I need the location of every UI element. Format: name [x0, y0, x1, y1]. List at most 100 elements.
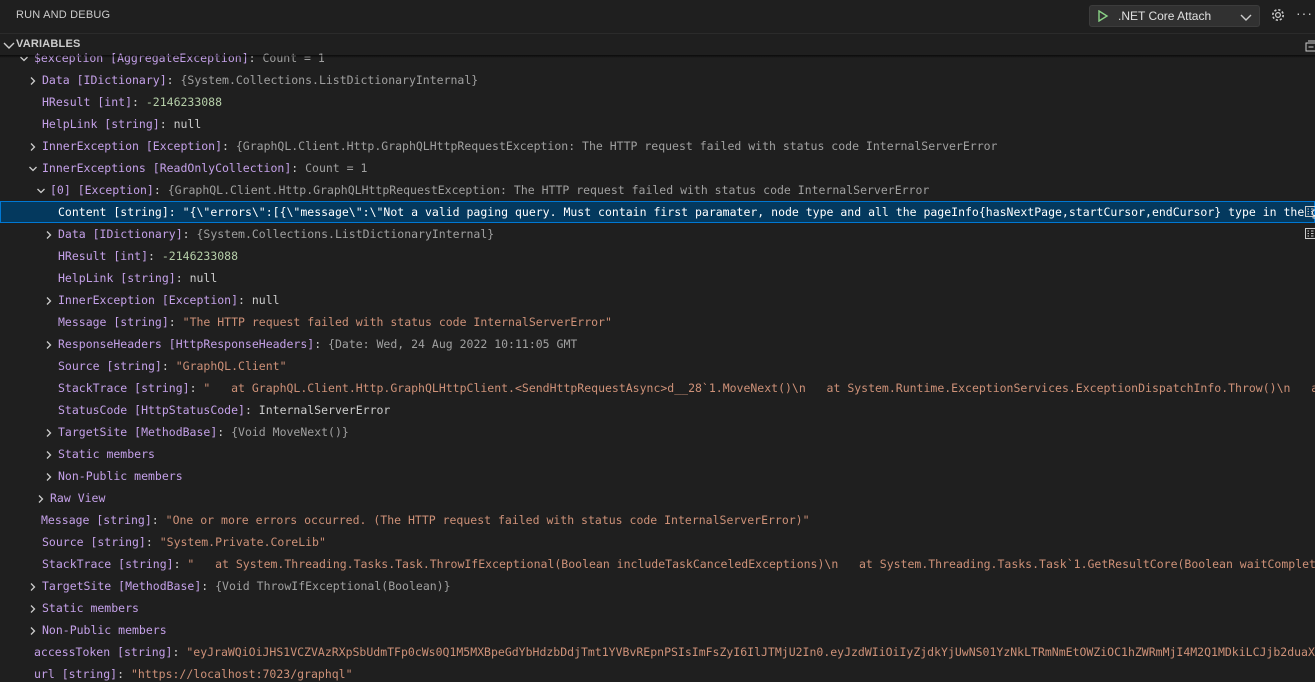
name-value-separator: : [291, 161, 306, 175]
view-binary-data-icon[interactable] [1305, 228, 1315, 242]
chevron-right-icon[interactable] [44, 339, 54, 349]
chevron-right-icon[interactable] [44, 449, 54, 459]
chevron-right-icon[interactable] [44, 427, 54, 437]
variable-entry: Content [string]: "{\"errors\":[{\"messa… [58, 205, 1315, 219]
gear-icon[interactable] [1270, 7, 1286, 28]
variable-row[interactable]: StatusCode [HttpStatusCode]: InternalSer… [0, 399, 1315, 421]
variable-name: Message [string] [41, 513, 152, 527]
variable-row[interactable]: InnerException [Exception]: {GraphQL.Cli… [0, 135, 1315, 157]
name-value-separator: : [168, 205, 183, 219]
variable-name: InnerExceptions [ReadOnlyCollection] [42, 161, 292, 175]
variable-row[interactable]: TargetSite [MethodBase]: {Void ThrowIfEx… [0, 575, 1315, 597]
variable-row[interactable]: StackTrace [string]: " at System.Threadi… [0, 553, 1315, 575]
variable-value: "{\"errors\":[{\"message\":\"Not a valid… [182, 205, 1315, 219]
variable-entry: ResponseHeaders [HttpResponseHeaders]: {… [58, 337, 577, 351]
name-value-separator: : [161, 359, 176, 373]
launch-config-dropdown[interactable]: .NET Core Attach [1089, 5, 1260, 27]
variable-row[interactable]: Source [string]: "System.Private.CoreLib… [0, 531, 1315, 553]
name-value-separator: : [248, 51, 263, 65]
variable-entry: accessToken [string]: "eyJraWQiOiJHS1VCZ… [34, 645, 1315, 659]
variable-name: Static members [42, 601, 139, 615]
variable-row[interactable]: url [string]: "https://localhost:7023/gr… [0, 663, 1315, 682]
name-value-separator: : [153, 183, 168, 197]
chevron-right-icon[interactable] [44, 295, 54, 305]
variable-row[interactable]: InnerExceptions [ReadOnlyCollection]: Co… [0, 157, 1315, 179]
variable-row[interactable]: ResponseHeaders [HttpResponseHeaders]: {… [0, 333, 1315, 355]
variable-entry: Message [string]: "One or more errors oc… [41, 513, 810, 527]
variable-name: HResult [int] [58, 249, 149, 263]
variable-name: Data [IDictionary] [42, 73, 167, 87]
variable-entry: InnerException [Exception]: null [58, 293, 280, 307]
variable-row[interactable]: Static members [0, 597, 1315, 619]
chevron-right-icon[interactable] [28, 75, 38, 85]
variable-entry: Data [IDictionary]: {System.Collections.… [42, 73, 478, 87]
variable-name: [0] [Exception] [50, 183, 154, 197]
variable-entry: Static members [58, 447, 155, 461]
variable-row[interactable]: Message [string]: "One or more errors oc… [0, 509, 1315, 531]
variable-name: StackTrace [string] [58, 381, 190, 395]
variable-row[interactable]: Non-Public members [0, 465, 1315, 487]
variable-row[interactable]: HResult [int]: -2146233088 [0, 91, 1315, 113]
variable-row[interactable]: Data [IDictionary]: {System.Collections.… [0, 69, 1315, 91]
chevron-right-icon[interactable] [28, 141, 38, 151]
name-value-separator: : [244, 403, 259, 417]
name-value-separator: : [166, 73, 181, 87]
variable-entry: TargetSite [MethodBase]: {Void ThrowIfEx… [42, 579, 451, 593]
variable-row[interactable]: Message [string]: "The HTTP request fail… [0, 311, 1315, 333]
variable-row[interactable]: StackTrace [string]: " at GraphQL.Client… [0, 377, 1315, 399]
variable-name: HelpLink [string] [58, 271, 176, 285]
more-actions-icon[interactable]: ··· [1296, 5, 1313, 21]
variable-name: ResponseHeaders [HttpResponseHeaders] [58, 337, 315, 351]
variable-row[interactable]: Raw View [0, 487, 1315, 509]
chevron-down-icon [1239, 10, 1253, 29]
variable-name: HResult [int] [42, 95, 133, 109]
name-value-separator: : [173, 557, 188, 571]
variable-row[interactable]: HelpLink [string]: null [0, 113, 1315, 135]
chevron-right-icon[interactable] [44, 471, 54, 481]
variables-tree[interactable]: $exception [AggregateException]: Count =… [0, 47, 1315, 682]
variable-row[interactable]: accessToken [string]: "eyJraWQiOiJHS1VCZ… [0, 641, 1315, 663]
variable-entry: HelpLink [string]: null [42, 117, 201, 131]
variable-value: null [189, 271, 218, 285]
variable-row[interactable]: TargetSite [MethodBase]: {Void MoveNext(… [0, 421, 1315, 443]
variable-row[interactable]: [0] [Exception]: {GraphQL.Client.Http.Gr… [0, 179, 1315, 201]
variable-row[interactable]: Data [IDictionary]: {System.Collections.… [0, 223, 1315, 245]
variable-row[interactable]: HelpLink [string]: null [0, 267, 1315, 289]
variable-entry: Non-Public members [42, 623, 167, 637]
variable-value: {Date: Wed, 24 Aug 2022 10:11:05 GMT [328, 337, 578, 351]
chevron-right-icon[interactable] [36, 493, 46, 503]
chevron-right-icon[interactable] [28, 581, 38, 591]
start-debugging-icon[interactable] [1097, 10, 1109, 22]
variable-entry: StackTrace [string]: " at GraphQL.Client… [58, 381, 1315, 395]
variable-row[interactable]: Source [string]: "GraphQL.Client" [0, 355, 1315, 377]
variable-row[interactable]: Content [string]: "{\"errors\":[{\"messa… [0, 201, 1315, 223]
variable-name: StatusCode [HttpStatusCode] [58, 403, 245, 417]
variable-name: Data [IDictionary] [58, 227, 183, 241]
chevron-right-icon[interactable] [44, 229, 54, 239]
variable-name: $exception [AggregateException] [34, 51, 249, 65]
variable-name: Raw View [50, 491, 106, 505]
variable-value: "One or more errors occurred. (The HTTP … [165, 513, 810, 527]
variable-row[interactable]: HResult [int]: -2146233088 [0, 245, 1315, 267]
variable-row[interactable]: $exception [AggregateException]: Count =… [0, 47, 1315, 69]
variable-value: {Void ThrowIfExceptional(Boolean)} [215, 579, 451, 593]
variable-value: {Void MoveNext()} [231, 425, 349, 439]
variable-value: null [251, 293, 280, 307]
variable-entry: InnerException [Exception]: {GraphQL.Cli… [42, 139, 997, 153]
variable-value: {System.Collections.ListDictionaryIntern… [180, 73, 479, 87]
variable-name: url [string] [34, 667, 118, 681]
chevron-right-icon[interactable] [28, 625, 38, 635]
variable-row[interactable]: Static members [0, 443, 1315, 465]
name-value-separator: : [314, 337, 329, 351]
chevron-down-icon[interactable] [28, 163, 38, 173]
variable-row[interactable]: Non-Public members [0, 619, 1315, 641]
name-value-separator: : [182, 227, 197, 241]
chevron-right-icon[interactable] [28, 603, 38, 613]
chevron-down-icon[interactable] [36, 185, 46, 195]
variable-name: HelpLink [string] [42, 117, 160, 131]
view-binary-data-icon[interactable] [1305, 206, 1315, 220]
variable-name: InnerException [Exception] [42, 139, 223, 153]
variable-row[interactable]: InnerException [Exception]: null [0, 289, 1315, 311]
variable-name: Non-Public members [58, 469, 183, 483]
variable-entry: Non-Public members [58, 469, 183, 483]
